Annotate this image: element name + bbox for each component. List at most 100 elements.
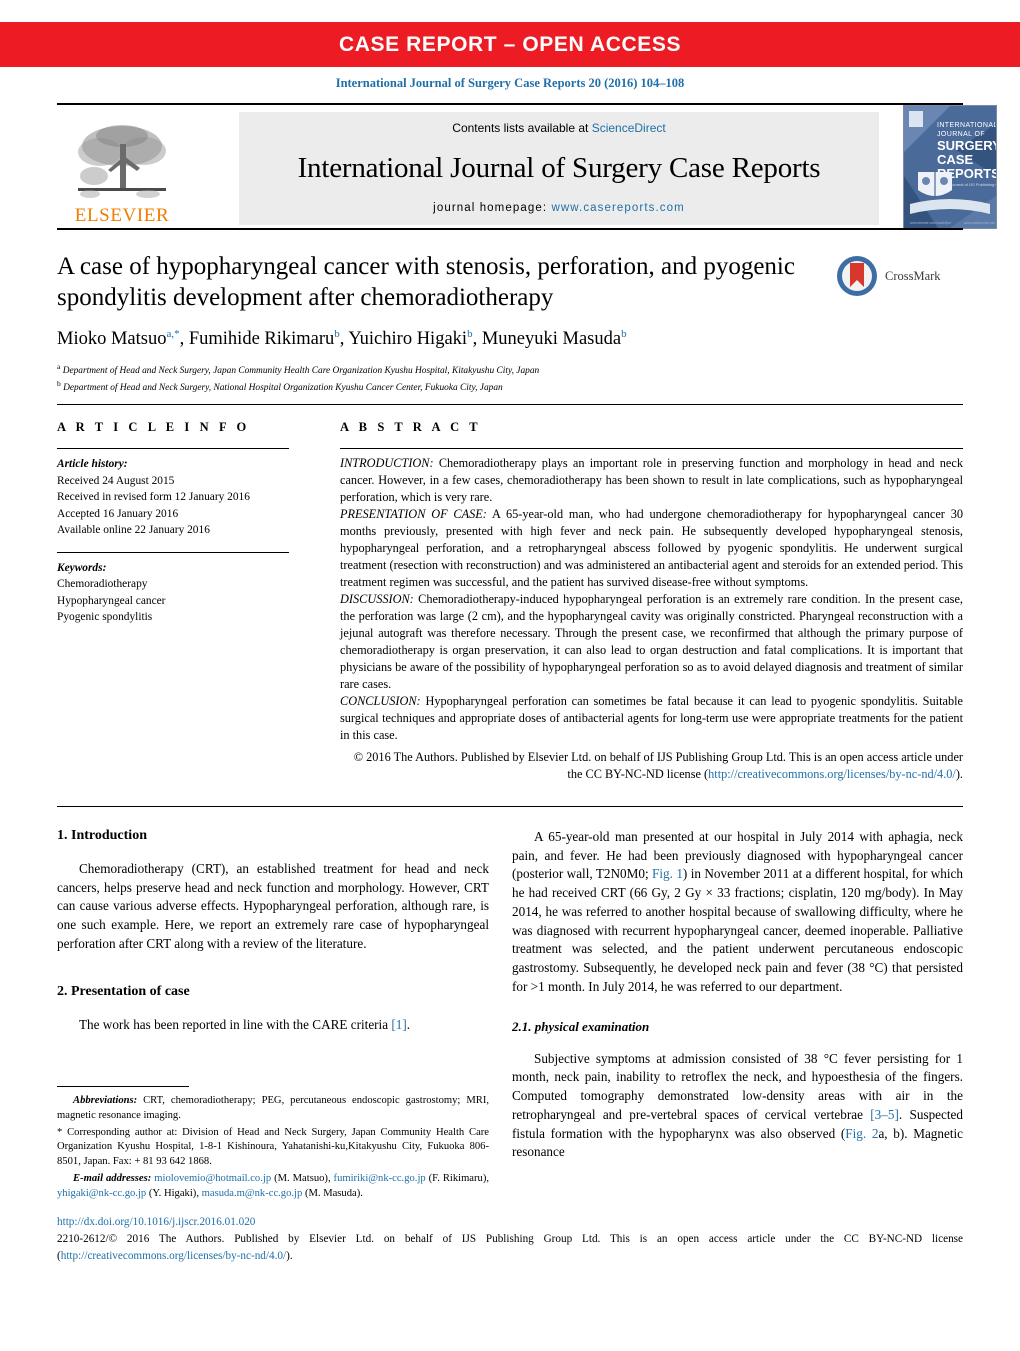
- abstract-area-bottom-rule: [57, 806, 963, 807]
- abbreviations-footnote: Abbreviations: CRT, chemoradiotherapy; P…: [57, 1094, 489, 1124]
- abstract-copyright-suffix: ).: [955, 767, 963, 782]
- footnote-separator-rule: [57, 1086, 189, 1087]
- crossmark-badge[interactable]: CrossMark: [836, 254, 956, 298]
- abstract-text-introduction: Chemoradiotherapy plays an important rol…: [340, 456, 963, 504]
- abbreviations-label: Abbreviations:: [73, 1095, 138, 1106]
- journal-homepage-prefix: journal homepage:: [433, 202, 552, 214]
- care-criteria-suffix: .: [406, 1016, 411, 1032]
- doi-link[interactable]: http://dx.doi.org/10.1016/j.ijscr.2016.0…: [57, 1214, 963, 1231]
- journal-homepage-line: journal homepage: www.casereports.com: [433, 202, 685, 214]
- open-access-banner: CASE REPORT – OPEN ACCESS: [0, 22, 1020, 67]
- masthead-bottom-rule: [57, 228, 963, 230]
- abstract-license-link[interactable]: http://creativecommons.org/licenses/by-n…: [708, 767, 956, 781]
- contents-lists-prefix: Contents lists available at: [452, 121, 592, 135]
- abstract-heading: A B S T R A C T: [340, 420, 482, 434]
- journal-homepage-link[interactable]: www.casereports.com: [551, 202, 684, 214]
- masthead-center-panel: Contents lists available at ScienceDirec…: [239, 112, 879, 225]
- sciencedirect-link[interactable]: ScienceDirect: [592, 121, 666, 135]
- figure-link-fig1[interactable]: Fig. 1: [652, 866, 683, 881]
- svg-text:JOURNAL OF: JOURNAL OF: [937, 131, 985, 138]
- footer-license-link[interactable]: http://creativecommons.org/licenses/by-n…: [61, 1250, 286, 1262]
- article-history-item: Received in revised form 12 January 2016: [57, 491, 250, 504]
- affiliation-a: a Department of Head and Neck Surgery, J…: [57, 362, 817, 379]
- page-footer: http://dx.doi.org/10.1016/j.ijscr.2016.0…: [57, 1214, 963, 1264]
- case-history-paragraph: A 65-year-old man presented at our hospi…: [512, 828, 963, 997]
- email-name-higaki: (Y. Higaki),: [146, 1187, 202, 1199]
- email-name-masuda: (M. Masuda).: [302, 1187, 363, 1199]
- contents-lists-line: Contents lists available at ScienceDirec…: [452, 121, 665, 135]
- title-block: A case of hypopharyngeal cancer with ste…: [57, 252, 817, 396]
- author-list: Mioko Matsuoa,*, Fumihide Rikimarub, Yui…: [57, 328, 627, 350]
- crossmark-label: CrossMark: [885, 268, 941, 283]
- section-heading-introduction: 1. Introduction: [57, 828, 147, 843]
- column-spacer: [57, 954, 489, 984]
- article-info-heading: A R T I C L E I N F O: [57, 420, 250, 434]
- journal-cover-art: INTERNATIONAL JOURNAL OF SURGERY CASE RE…: [904, 106, 996, 228]
- journal-title: International Journal of Surgery Case Re…: [297, 152, 821, 184]
- article-info-rule-1: [57, 448, 289, 449]
- presentation-of-case-paragraph: The work has been reported in line with …: [57, 1016, 489, 1035]
- svg-text:www.elsevier.com/locate/ijscr: www.elsevier.com/locate/ijscr: [910, 221, 952, 225]
- email-link-masuda[interactable]: masuda.m@nk-cc.go.jp: [202, 1188, 303, 1199]
- svg-text:www.casereports.com: www.casereports.com: [964, 221, 996, 225]
- reference-link-1[interactable]: [1]: [391, 1017, 406, 1032]
- abstract-label-discussion: DISCUSSION:: [340, 591, 414, 606]
- elsevier-logo: ELSEVIER: [63, 113, 181, 225]
- article-history-item: Available online 22 January 2016: [57, 524, 210, 537]
- svg-text:CASE: CASE: [937, 152, 973, 167]
- abstract-section-conclusion: CONCLUSION: Hypopharyngeal perforation c…: [340, 693, 963, 744]
- article-title: A case of hypopharyngeal cancer with ste…: [57, 253, 795, 311]
- corresponding-author-footnote: * Corresponding author at: Division of H…: [57, 1126, 489, 1168]
- article-history-item: Received 24 August 2015: [57, 474, 175, 487]
- keywords-label: Keywords:: [57, 561, 107, 574]
- journal-masthead: ELSEVIER Contents lists available at Sci…: [57, 103, 997, 230]
- email-addresses-label: E-mail addresses:: [73, 1173, 152, 1185]
- abstract-label-presentation: PRESENTATION OF CASE:: [340, 506, 487, 521]
- abstract-section-presentation: PRESENTATION OF CASE: A 65-year-old man,…: [340, 506, 963, 591]
- section-heading-presentation-of-case: 2. Presentation of case: [57, 983, 190, 999]
- email-addresses-footnote: E-mail addresses: miolovemio@hotmail.co.…: [57, 1172, 489, 1202]
- column-spacer: [512, 997, 963, 1019]
- abstract-label-introduction: INTRODUCTION:: [340, 456, 434, 470]
- introduction-paragraph: Chemoradiotherapy (CRT), an established …: [57, 861, 489, 951]
- body-column-right: A 65-year-old man presented at our hospi…: [512, 828, 963, 1162]
- abstract-text-discussion: Chemoradiotherapy-induced hypopharyngeal…: [340, 591, 963, 691]
- affiliation-b: b Department of Head and Neck Surgery, N…: [57, 379, 817, 396]
- elsevier-tree-icon: [78, 125, 166, 198]
- case-history-text-b: ) in November 2011 at a different hospit…: [512, 866, 963, 994]
- email-link-rikimaru[interactable]: fumiriki@nk-cc.go.jp: [334, 1173, 426, 1184]
- svg-text:SURGERY: SURGERY: [937, 138, 996, 153]
- body-column-left: 1. Introduction Chemoradiotherapy (CRT),…: [57, 828, 489, 1034]
- open-access-banner-label: CASE REPORT – OPEN ACCESS: [338, 32, 682, 56]
- keyword-item: Chemoradiotherapy: [57, 578, 148, 591]
- physical-examination-paragraph: Subjective symptoms at admission consist…: [512, 1050, 963, 1162]
- issn-copyright-suffix: ).: [286, 1249, 293, 1262]
- abstract-section-discussion: DISCUSSION: Chemoradiotherapy-induced hy…: [340, 591, 963, 693]
- footnote-block: Abbreviations: CRT, chemoradiotherapy; P…: [57, 1086, 489, 1204]
- abstract-label-conclusion: CONCLUSION:: [340, 693, 421, 708]
- elsevier-wordmark: ELSEVIER: [74, 205, 170, 226]
- article-history-label: Article history:: [57, 458, 128, 470]
- abstract-section-introduction: INTRODUCTION: Chemoradiotherapy plays an…: [340, 455, 963, 506]
- affiliation-b-text: Department of Head and Neck Surgery, Nat…: [63, 383, 503, 394]
- affiliation-list: a Department of Head and Neck Surgery, J…: [57, 362, 817, 396]
- article-history-item: Accepted 16 January 2016: [57, 507, 179, 520]
- abstract-text-conclusion: Hypopharyngeal perforation can sometimes…: [340, 693, 963, 742]
- reference-link-3-5[interactable]: [3–5]: [870, 1107, 899, 1122]
- article-info-rule-2: [57, 551, 289, 553]
- figure-link-fig2[interactable]: Fig. 2: [845, 1126, 878, 1141]
- journal-cover-thumbnail: INTERNATIONAL JOURNAL OF SURGERY CASE RE…: [903, 105, 997, 229]
- issn-copyright-line: 2210-2612/© 2016 The Authors. Published …: [57, 1231, 963, 1265]
- email-link-matsuo[interactable]: miolovemio@hotmail.co.jp: [154, 1173, 271, 1184]
- masthead-top-rule: [57, 103, 963, 105]
- crossmark-icon[interactable]: [836, 255, 878, 297]
- email-name-rikimaru: (F. Rikimaru),: [425, 1173, 490, 1185]
- running-head-citation: International Journal of Surgery Case Re…: [335, 76, 685, 90]
- care-criteria-text: The work has been reported in line with …: [79, 1016, 392, 1032]
- abstract-copyright-line: © 2016 The Authors. Published by Elsevie…: [340, 749, 963, 783]
- keyword-item: Pyogenic spondylitis: [57, 611, 153, 624]
- affiliation-marker-a: a: [57, 362, 61, 372]
- email-link-higaki[interactable]: yhigaki@nk-cc.go.jp: [57, 1188, 146, 1199]
- affiliation-a-text: Department of Head and Neck Surgery, Jap…: [62, 366, 540, 377]
- affiliation-marker-b: b: [57, 378, 61, 388]
